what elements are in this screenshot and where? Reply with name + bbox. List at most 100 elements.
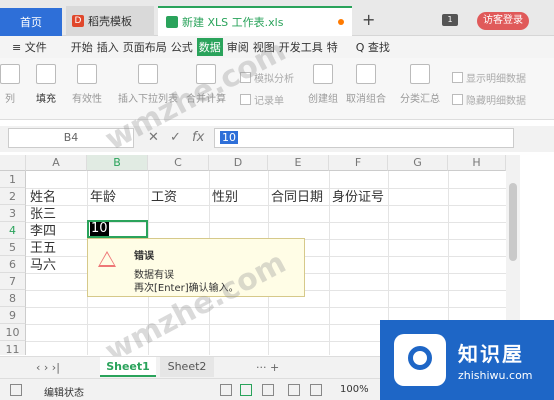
ribbon-column-button[interactable]: 列	[0, 64, 20, 105]
cell-a6[interactable]: 马六	[30, 257, 56, 274]
cell-d2[interactable]: 性别	[212, 189, 238, 206]
ribbon-fill-button[interactable]: 填充	[36, 64, 56, 105]
scrollbar-thumb[interactable]	[509, 183, 517, 261]
column-header-h[interactable]: H	[448, 155, 506, 171]
column-header-f[interactable]: F	[329, 155, 388, 171]
unsaved-dot-icon	[338, 19, 344, 25]
tab-sheet-file[interactable]: 新建 XLS 工作表.xls	[158, 6, 352, 36]
row-header-1[interactable]: 1	[0, 171, 26, 188]
ribbon-validation-button[interactable]: 有效性	[72, 64, 102, 105]
menu-formula[interactable]: 公式	[171, 39, 193, 55]
view-normal-icon[interactable]	[220, 384, 232, 396]
status-text: 编辑状态	[44, 388, 84, 399]
row-header-10[interactable]: 10	[0, 324, 26, 341]
search-button[interactable]: Q 查找	[356, 39, 390, 55]
formula-bar: B4 ✕ ✓ fx 10	[0, 126, 554, 152]
hide-detail-icon	[452, 94, 463, 105]
tab-docer-label: 稻壳模板	[88, 15, 132, 28]
logo-url: zhishiwu.com	[458, 369, 533, 382]
menu-special[interactable]: 特	[327, 39, 338, 55]
ribbon-label: 填充	[36, 94, 56, 105]
tab-home[interactable]: 首页	[0, 8, 62, 36]
ribbon-label: 分类汇总	[400, 94, 440, 105]
ribbon-ungroup-button[interactable]: 取消组合	[346, 64, 386, 105]
ribbon-record-form-button[interactable]: 记录单	[240, 92, 284, 107]
formula-input[interactable]	[214, 128, 514, 148]
row-header-8[interactable]: 8	[0, 290, 26, 307]
row-header-6[interactable]: 6	[0, 256, 26, 273]
menu-data[interactable]: 数据	[196, 38, 223, 56]
warning-icon	[98, 251, 116, 267]
menu-file[interactable]: ≡ 文件	[12, 39, 47, 55]
view-page-icon[interactable]	[262, 384, 274, 396]
ribbon-subtotal-button[interactable]: 分类汇总	[400, 64, 440, 105]
dropdown-list-icon	[138, 64, 158, 84]
row-header-11[interactable]: 11	[0, 341, 26, 355]
row-header-7[interactable]: 7	[0, 273, 26, 290]
ribbon-hide-detail-button[interactable]: 隐藏明细数据	[452, 92, 526, 107]
cell-b2[interactable]: 年龄	[90, 189, 116, 206]
ungroup-icon	[356, 64, 376, 84]
ribbon-label: 有效性	[72, 94, 102, 105]
column-icon	[0, 64, 20, 84]
confirm-icon[interactable]: ✓	[170, 130, 181, 145]
cell-a4[interactable]: 李四	[30, 223, 56, 240]
cell-c2[interactable]: 工资	[151, 189, 177, 206]
formula-value: 10	[220, 131, 238, 144]
window-count-badge[interactable]: 1	[442, 14, 458, 26]
cell-a2[interactable]: 姓名	[30, 189, 56, 206]
title-bar: 首页 D 稻壳模板 新建 XLS 工作表.xls + 1 访客登录	[0, 0, 554, 36]
column-header-d[interactable]: D	[209, 155, 268, 171]
login-button[interactable]: 访客登录	[477, 12, 529, 30]
zoom-level[interactable]: 100%	[340, 384, 369, 395]
cell-f2[interactable]: 身份证号	[332, 189, 384, 206]
error-title: 错误	[134, 251, 154, 262]
ribbon-label: 取消组合	[346, 94, 386, 105]
view-split-icon[interactable]	[288, 384, 300, 396]
sheet-tab-sheet1[interactable]: Sheet1	[100, 357, 156, 377]
new-tab-button[interactable]: +	[362, 10, 375, 29]
ribbon-label: 隐藏明细数据	[466, 96, 526, 107]
logo-mark-icon	[394, 334, 446, 386]
view-grid-icon[interactable]	[240, 384, 252, 396]
cell-a3[interactable]: 张三	[30, 206, 56, 223]
row-header-5[interactable]: 5	[0, 239, 26, 256]
ribbon-show-detail-button[interactable]: 显示明细数据	[452, 70, 526, 85]
column-header-b[interactable]: B	[87, 155, 148, 171]
group-icon	[313, 64, 333, 84]
row-header-9[interactable]: 9	[0, 307, 26, 324]
docer-icon: D	[72, 15, 84, 27]
row-header-3[interactable]: 3	[0, 205, 26, 222]
menu-start[interactable]: 开始	[71, 39, 93, 55]
logo-title: 知识屋	[458, 342, 524, 366]
zhishiwu-logo: 知识屋 zhishiwu.com	[380, 320, 554, 400]
tab-sheet-label: 新建 XLS 工作表.xls	[182, 16, 284, 29]
function-icon[interactable]: fx	[192, 130, 204, 145]
row-header-4[interactable]: 4	[0, 222, 26, 239]
select-all-corner[interactable]	[0, 155, 26, 171]
subtotal-icon	[410, 64, 430, 84]
ribbon-label: 创建组	[308, 94, 338, 105]
column-header-c[interactable]: C	[148, 155, 209, 171]
ribbon-label: 列	[5, 94, 15, 105]
add-sheet-button[interactable]: ··· +	[256, 361, 279, 374]
active-cell-value: 10	[90, 221, 109, 236]
column-header-a[interactable]: A	[26, 155, 87, 171]
zoom-out-icon[interactable]	[310, 384, 322, 396]
tab-docer[interactable]: D 稻壳模板	[66, 6, 154, 36]
show-detail-icon	[452, 72, 463, 83]
ribbon-label: 记录单	[254, 96, 284, 107]
ribbon-group-button[interactable]: 创建组	[308, 64, 338, 105]
sheet-tab-sheet2[interactable]: Sheet2	[160, 357, 214, 377]
cell-a5[interactable]: 王五	[30, 240, 56, 257]
gridline	[26, 307, 506, 308]
menu-page-layout[interactable]: 页面布局	[123, 39, 167, 55]
sheet-nav-arrows[interactable]: ‹ › ›|	[36, 361, 60, 374]
macro-icon[interactable]	[10, 384, 22, 396]
column-header-g[interactable]: G	[388, 155, 448, 171]
row-header-2[interactable]: 2	[0, 188, 26, 205]
column-header-e[interactable]: E	[268, 155, 329, 171]
cell-e2[interactable]: 合同日期	[271, 189, 323, 206]
fill-icon	[36, 64, 56, 84]
menu-insert[interactable]: 插入	[97, 39, 119, 55]
